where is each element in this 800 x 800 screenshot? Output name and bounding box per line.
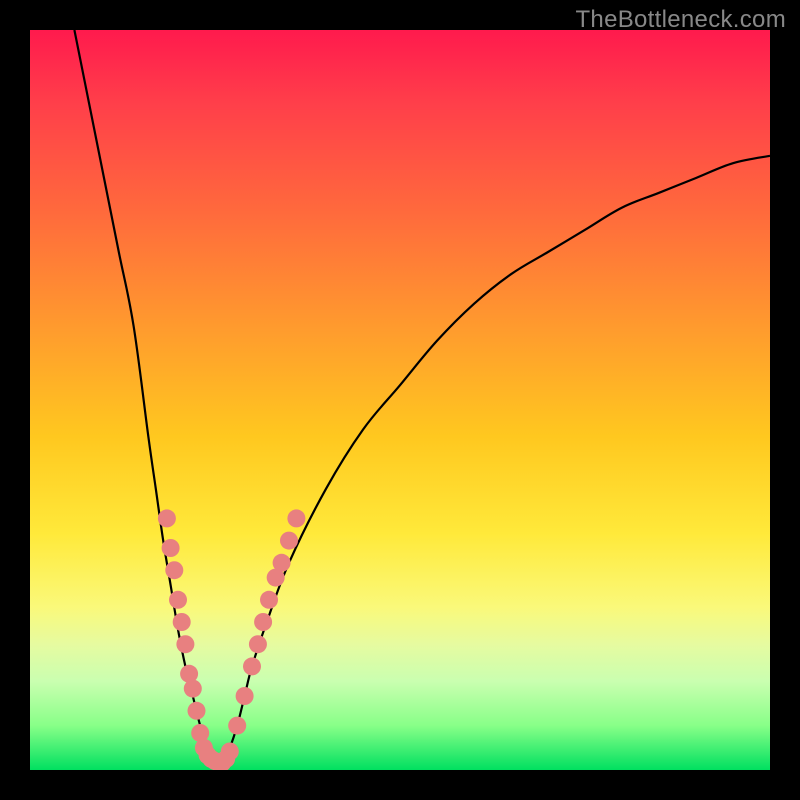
chart-frame: TheBottleneck.com <box>0 0 800 800</box>
right-branch-curve <box>222 156 770 763</box>
marker-dot <box>236 687 254 705</box>
marker-dot <box>228 717 246 735</box>
marker-dot <box>188 702 206 720</box>
marker-dot <box>221 743 239 761</box>
marker-dot <box>173 613 191 631</box>
marker-dot <box>176 635 194 653</box>
plot-area <box>30 30 770 770</box>
marker-dot <box>165 561 183 579</box>
marker-dot <box>260 591 278 609</box>
marker-dot <box>243 657 261 675</box>
marker-dot <box>287 509 305 527</box>
marker-dot <box>273 554 291 572</box>
marker-dot <box>158 509 176 527</box>
marker-dot <box>169 591 187 609</box>
marker-dot <box>280 532 298 550</box>
chart-svg <box>30 30 770 770</box>
marker-dot <box>254 613 272 631</box>
watermark-label: TheBottleneck.com <box>575 6 786 34</box>
left-branch-curve <box>74 30 215 763</box>
marker-dot <box>249 635 267 653</box>
marker-group <box>158 509 306 770</box>
marker-dot <box>162 539 180 557</box>
marker-dot <box>184 680 202 698</box>
